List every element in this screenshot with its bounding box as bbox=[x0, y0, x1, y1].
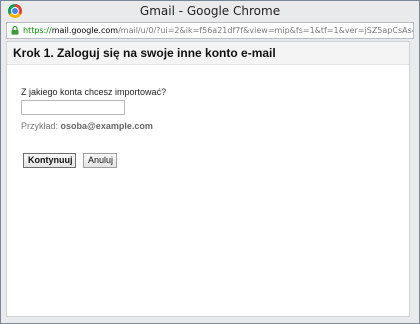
browser-window: Gmail - Google Chrome https://mail.googl… bbox=[0, 0, 420, 324]
dialog-header: Krok 1. Zaloguj się na swoje inne konto … bbox=[7, 42, 409, 65]
continue-button[interactable]: Kontynuuj bbox=[23, 153, 76, 168]
email-field[interactable] bbox=[21, 100, 125, 115]
url-host: mail.google.com bbox=[51, 26, 119, 35]
cancel-button[interactable]: Anuluj bbox=[83, 153, 117, 168]
email-question-label: Z jakiego konta chcesz importować? bbox=[21, 87, 167, 97]
page-title: Krok 1. Zaloguj się na swoje inne konto … bbox=[13, 46, 276, 60]
example-hint: Przykład: osoba@example.com bbox=[21, 121, 153, 131]
window-title: Gmail - Google Chrome bbox=[139, 4, 281, 18]
page-content: Krok 1. Zaloguj się na swoje inne konto … bbox=[6, 41, 410, 317]
url-path: /mail/u/0/?ui=2&ik=f56a21df7f&view=mip&f… bbox=[118, 26, 413, 35]
example-label: Przykład: bbox=[21, 121, 59, 131]
url-scheme: https:// bbox=[23, 26, 52, 35]
title-bar: Gmail - Google Chrome bbox=[1, 1, 419, 21]
example-email: osoba@example.com bbox=[60, 121, 153, 131]
address-bar[interactable]: https://mail.google.com/mail/u/0/?ui=2&i… bbox=[6, 22, 414, 39]
url-text[interactable]: https://mail.google.com/mail/u/0/?ui=2&i… bbox=[23, 25, 413, 36]
lock-icon bbox=[11, 26, 19, 35]
